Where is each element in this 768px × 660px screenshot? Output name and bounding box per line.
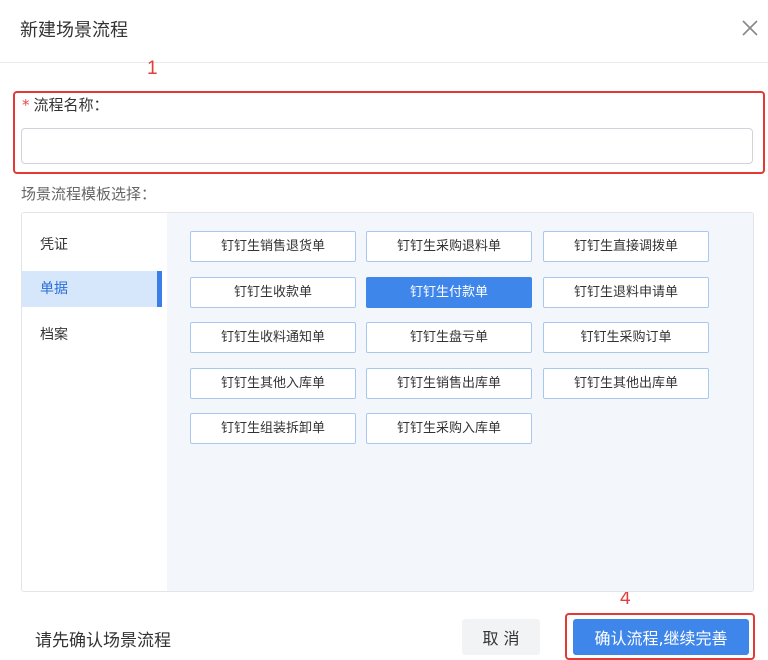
template-button[interactable]: 钉钉生直接调拨单	[543, 231, 709, 262]
template-button[interactable]: 钉钉生组装拆卸单	[190, 413, 356, 444]
sidebar-item-label: 档案	[40, 327, 68, 343]
template-panel: 凭证 单据 档案 钉钉生销售退货单 钉钉生采购退料单 钉钉生直接调拨单 钉钉生收…	[21, 212, 754, 592]
template-button[interactable]: 钉钉生盘亏单	[366, 322, 532, 353]
required-mark: *	[22, 96, 30, 114]
close-icon-svg	[742, 20, 758, 36]
header-divider	[0, 62, 768, 63]
template-button[interactable]: 钉钉生销售退货单	[190, 231, 356, 262]
sidebar-item-documents[interactable]: 单据	[22, 271, 162, 307]
footer-hint: 请先确认场景流程	[35, 631, 171, 651]
new-scene-flow-dialog: 新建场景流程 1 2 3 4 *流程名称： 场景流程模板选择： 凭证 单据 档案…	[0, 0, 768, 660]
template-button[interactable]: 钉钉生其他出库单	[543, 368, 709, 399]
flow-name-input[interactable]	[21, 128, 753, 164]
template-button[interactable]: 钉钉生退料申请单	[543, 277, 709, 308]
sidebar-item-label: 凭证	[40, 237, 68, 253]
close-icon[interactable]	[740, 18, 760, 38]
template-button[interactable]: 钉钉生采购订单	[543, 322, 709, 353]
sidebar-item-voucher[interactable]: 凭证	[22, 227, 162, 263]
flow-name-label: * 流程名称：	[22, 94, 109, 115]
template-button[interactable]: 钉钉生其他入库单	[190, 368, 356, 399]
cancel-button[interactable]: 取 消	[462, 619, 540, 655]
template-button[interactable]: 钉钉生收款单	[190, 277, 356, 308]
template-button[interactable]: 钉钉生销售出库单	[366, 368, 532, 399]
template-select-label: 场景流程模板选择：	[21, 185, 157, 203]
template-button[interactable]: 钉钉生采购入库单	[366, 413, 532, 444]
confirm-flow-button[interactable]: 确认流程,继续完善	[573, 619, 749, 655]
annotation-1: 1	[147, 58, 158, 79]
sidebar-item-label: 单据	[40, 281, 68, 297]
template-button-selected[interactable]: 钉钉生付款单	[366, 277, 532, 308]
category-sidebar: 凭证 单据 档案	[22, 213, 162, 591]
template-button[interactable]: 钉钉生采购退料单	[366, 231, 532, 262]
template-button[interactable]: 钉钉生收料通知单	[190, 322, 356, 353]
flow-name-label-text: 流程名称：	[33, 96, 109, 114]
dialog-title: 新建场景流程	[20, 20, 128, 41]
template-grid: 钉钉生销售退货单 钉钉生采购退料单 钉钉生直接调拨单 钉钉生收款单 钉钉生付款单…	[167, 213, 753, 591]
sidebar-item-archives[interactable]: 档案	[22, 317, 162, 353]
